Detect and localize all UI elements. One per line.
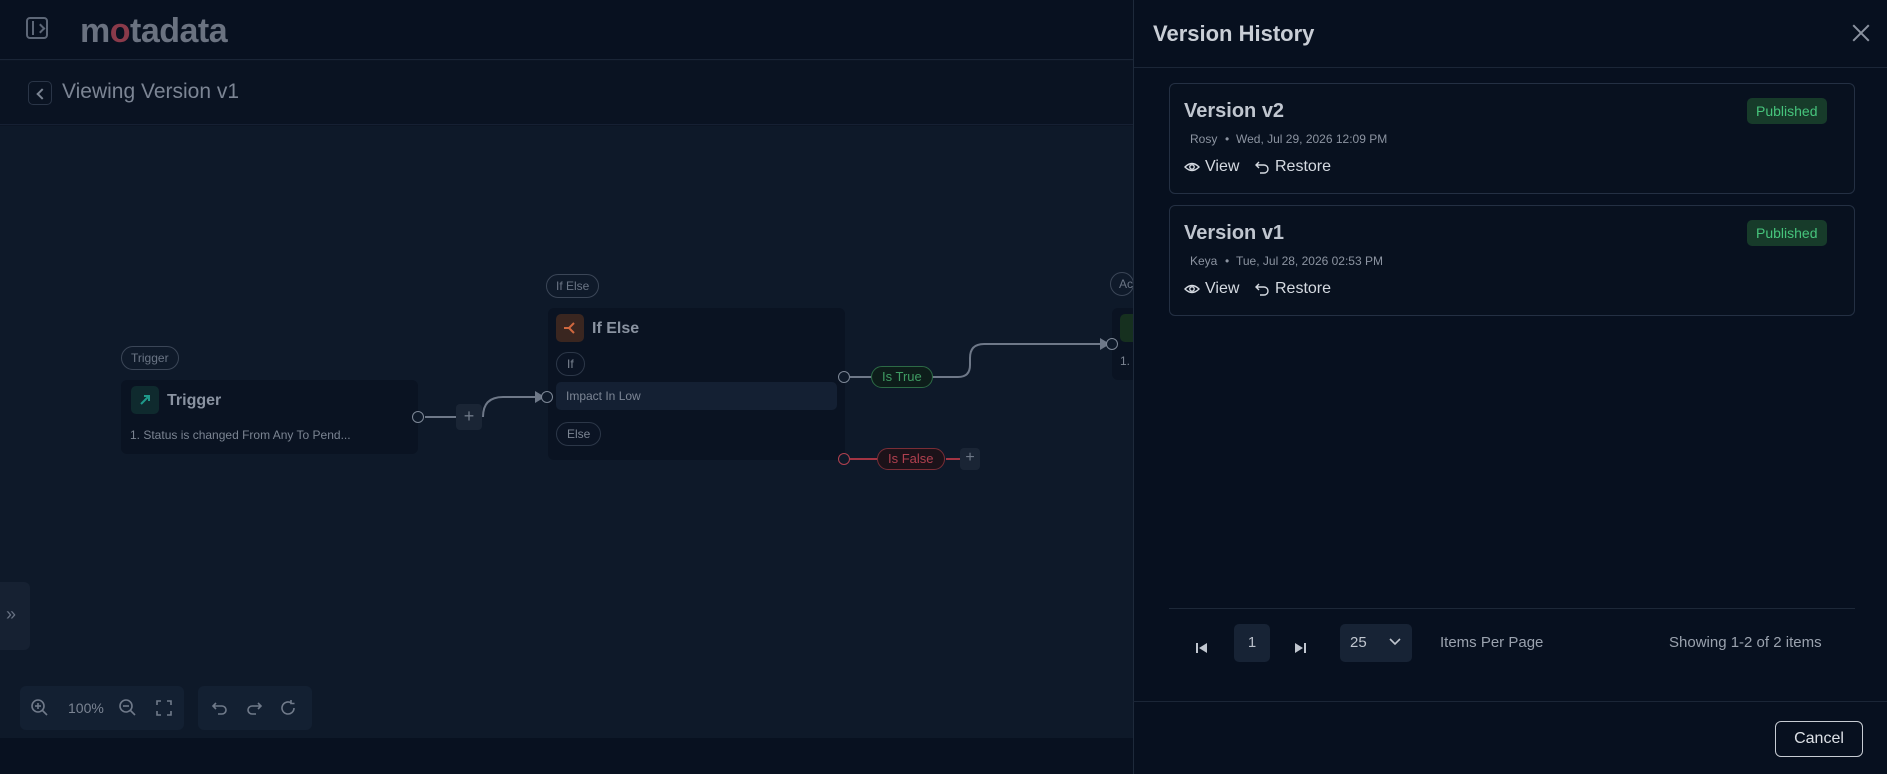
view-label: View: [1205, 280, 1240, 297]
chevron-down-icon: [1389, 638, 1401, 646]
restore-button[interactable]: Restore: [1254, 278, 1331, 300]
restore-button[interactable]: Restore: [1254, 156, 1331, 178]
zoom-level: 100%: [68, 700, 104, 716]
restore-label: Restore: [1275, 280, 1332, 297]
ifelse-tag: If Else: [546, 274, 600, 298]
app-logo: motadata: [80, 12, 228, 50]
sidebar-toggle-icon[interactable]: [26, 17, 48, 39]
cancel-button[interactable]: Cancel: [1775, 721, 1863, 757]
add-step-button[interactable]: +: [456, 404, 482, 430]
version-date: Tue, Jul 28, 2026 02:53 PM: [1236, 254, 1383, 268]
edge-plus-ifelse: [482, 396, 535, 418]
version-card[interactable]: Version v2 Rosy • Wed, Jul 29, 2026 12:0…: [1169, 83, 1855, 194]
workflow-app: motadata Viewing Version v1 Trigger Trig…: [0, 0, 1887, 774]
drawer-header-divider: [1134, 67, 1887, 68]
trigger-node[interactable]: Trigger 1. Status is changed From Any To…: [121, 380, 418, 454]
version-author: Keya: [1190, 254, 1218, 268]
ifelse-input-port[interactable]: [541, 391, 553, 403]
current-page-button[interactable]: 1: [1234, 624, 1270, 662]
version-card[interactable]: Version v1 Keya • Tue, Jul 28, 2026 02:5…: [1169, 205, 1855, 316]
meta-separator: •: [1225, 132, 1230, 146]
eye-icon: [1184, 284, 1200, 294]
trigger-tag: Trigger: [121, 346, 179, 370]
workflow-canvas[interactable]: Trigger Trigger 1. Status is changed Fro…: [0, 126, 1152, 738]
pagination-summary: Showing 1-2 of 2 items: [1669, 634, 1822, 651]
trigger-title: Trigger: [167, 392, 222, 409]
page-size-value: 25: [1350, 634, 1367, 651]
edge-true-action: [930, 343, 1100, 378]
status-badge: Published: [1747, 98, 1827, 124]
branch-icon: [556, 314, 584, 342]
restore-label: Restore: [1275, 158, 1332, 175]
first-page-icon[interactable]: [1190, 636, 1214, 660]
action-input-port[interactable]: [1106, 338, 1118, 350]
close-icon[interactable]: [1850, 22, 1872, 44]
restore-icon: [1255, 161, 1269, 174]
status-badge: Published: [1747, 220, 1827, 246]
trigger-icon: [131, 386, 159, 414]
double-chevron-right-icon: »: [6, 604, 17, 624]
action-description: 1.: [1120, 354, 1131, 368]
action-tag: Ac: [1110, 272, 1135, 296]
view-button[interactable]: View: [1184, 278, 1239, 300]
false-output-port[interactable]: [838, 453, 850, 465]
version-date: Wed, Jul 29, 2026 12:09 PM: [1236, 132, 1388, 146]
if-label: If: [556, 352, 585, 376]
page-title: Viewing Version v1: [62, 80, 240, 103]
version-name: Version v2: [1184, 100, 1285, 122]
undo-icon[interactable]: [210, 698, 230, 718]
back-button[interactable]: [28, 81, 52, 105]
is-true-branch[interactable]: Is True: [871, 366, 933, 388]
ifelse-node[interactable]: If Else If Impact In Low Else: [548, 308, 845, 460]
drawer-title: Version History: [1153, 21, 1315, 46]
condition-row[interactable]: Impact In Low: [556, 382, 837, 410]
view-label: View: [1205, 158, 1240, 175]
else-label: Else: [556, 422, 602, 446]
expand-panel-button[interactable]: »: [0, 582, 30, 650]
zoom-out-icon[interactable]: [118, 698, 138, 718]
page-size-select[interactable]: 25: [1340, 624, 1412, 662]
fit-view-icon[interactable]: [154, 698, 174, 718]
true-output-port[interactable]: [838, 371, 850, 383]
reset-icon[interactable]: [278, 698, 298, 718]
pagination-divider: [1169, 608, 1855, 609]
version-author: Rosy: [1190, 132, 1218, 146]
last-page-icon[interactable]: [1288, 636, 1312, 660]
zoom-in-icon[interactable]: [30, 698, 50, 718]
redo-icon[interactable]: [244, 698, 264, 718]
version-name: Version v1: [1184, 222, 1285, 244]
version-subheader: Viewing Version v1: [0, 61, 1133, 125]
restore-icon: [1255, 283, 1269, 296]
meta-separator: •: [1225, 254, 1230, 268]
items-per-page-label: Items Per Page: [1440, 634, 1544, 651]
drawer-footer-divider: [1133, 701, 1887, 702]
ifelse-title: If Else: [592, 320, 640, 337]
history-toolbar: [198, 686, 312, 730]
add-false-step-button[interactable]: +: [960, 448, 980, 470]
trigger-description: 1. Status is changed From Any To Pend...: [130, 428, 351, 442]
eye-icon: [1184, 162, 1200, 172]
zoom-toolbar: 100%: [20, 686, 184, 730]
view-button[interactable]: View: [1184, 156, 1239, 178]
canvas-footer: [0, 738, 1133, 774]
is-false-branch[interactable]: Is False: [877, 448, 945, 470]
trigger-output-port[interactable]: [412, 411, 424, 423]
